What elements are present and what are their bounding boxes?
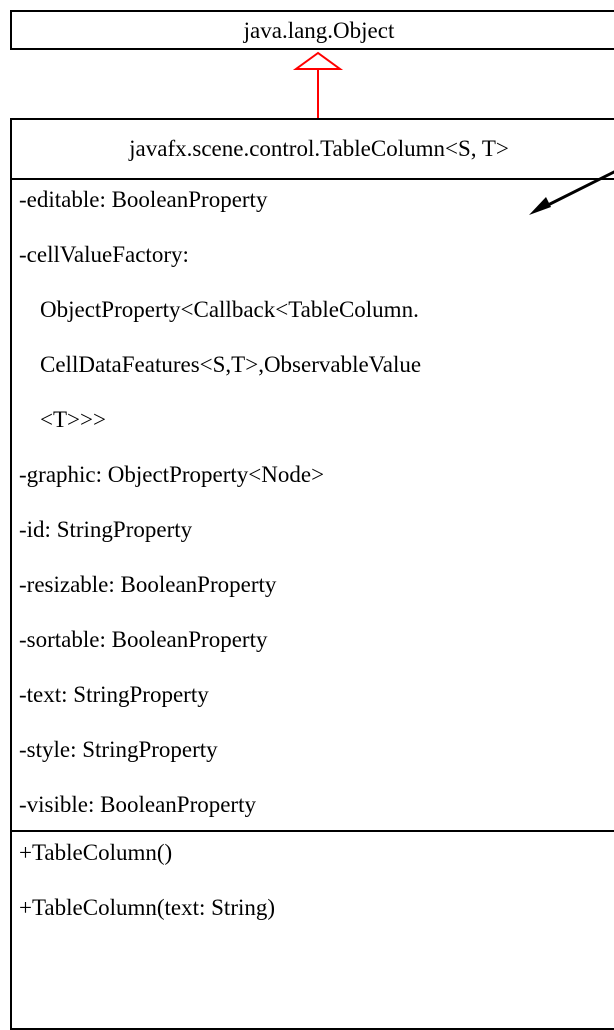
note-pointer-arrow <box>529 170 614 215</box>
inheritance-arrow <box>292 51 344 118</box>
arrows-overlay <box>292 51 614 215</box>
